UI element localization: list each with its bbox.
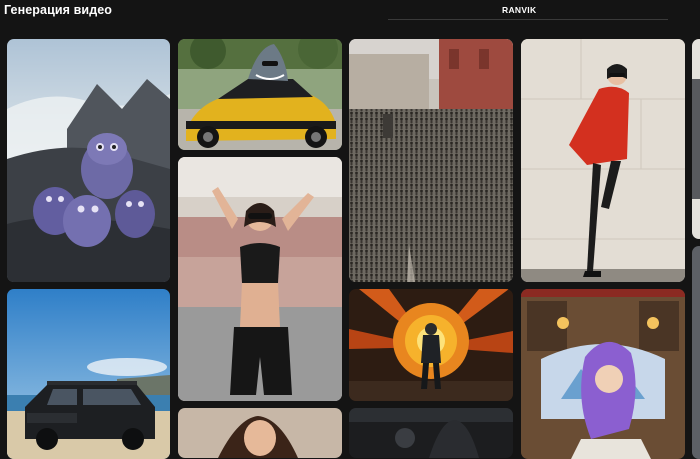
gallery-card-red-dress[interactable]: [521, 39, 685, 282]
gallery-card-suv[interactable]: [7, 289, 170, 459]
shark-car-image: [178, 39, 342, 150]
portrait-image: [178, 408, 342, 458]
gallery-card-partial-right-2[interactable]: [692, 246, 700, 459]
suv-image: [7, 289, 170, 459]
red-dress-image: [521, 39, 685, 282]
gallery-card-monsters[interactable]: [7, 39, 170, 282]
monsters-image: [7, 39, 170, 282]
library-girl-image: [521, 289, 685, 459]
partial-image-2: [692, 246, 700, 459]
page-title: Генерация видео: [4, 3, 113, 17]
gallery-card-partial-right[interactable]: [692, 39, 700, 239]
tab-ranvik[interactable]: RANVIK: [502, 5, 536, 15]
gallery-card-crowd[interactable]: [349, 39, 513, 282]
gallery-card-shark-car[interactable]: [178, 39, 342, 150]
gallery-card-sportswear[interactable]: [178, 157, 342, 401]
sportswear-image: [178, 157, 342, 401]
crowd-image: [349, 39, 513, 282]
gallery-card-explosion[interactable]: [349, 289, 513, 401]
explosion-image: [349, 289, 513, 401]
partial-image: [692, 39, 700, 239]
hooded-image: [349, 408, 513, 458]
gallery-card-library-girl[interactable]: [521, 289, 685, 459]
gallery-card-hooded[interactable]: [349, 408, 513, 458]
tab-underline: [388, 19, 668, 20]
gallery-card-portrait[interactable]: [178, 408, 342, 458]
header: Генерация видео RANVIK: [0, 0, 700, 30]
